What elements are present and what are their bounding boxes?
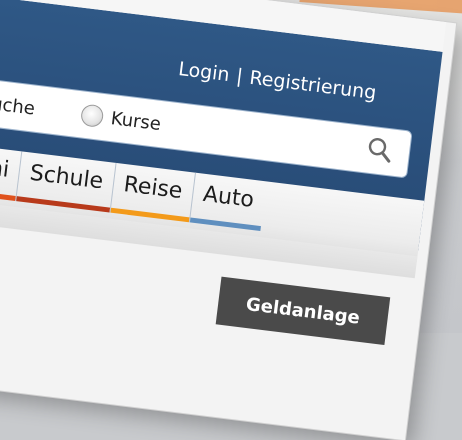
tab-auto[interactable]: Auto <box>188 172 267 232</box>
tab-label: Reise <box>122 172 184 205</box>
page-panel: Login | Registrierung Suche Kurse Uni Schu… <box>0 0 457 440</box>
radio-suche[interactable]: Suche <box>0 87 37 120</box>
tab-underline <box>0 189 16 201</box>
tab-reise[interactable]: Reise <box>109 162 195 223</box>
tab-label: Schule <box>28 160 105 195</box>
radio-kurse[interactable]: Kurse <box>79 103 163 135</box>
radio-label-kurse: Kurse <box>109 107 163 135</box>
link-separator: | <box>234 65 245 88</box>
search-icon[interactable] <box>366 136 395 165</box>
radio-label-suche: Suche <box>0 91 37 120</box>
radio-button[interactable] <box>79 103 105 128</box>
tab-label: Uni <box>0 153 11 183</box>
tab-label: Auto <box>201 181 256 213</box>
